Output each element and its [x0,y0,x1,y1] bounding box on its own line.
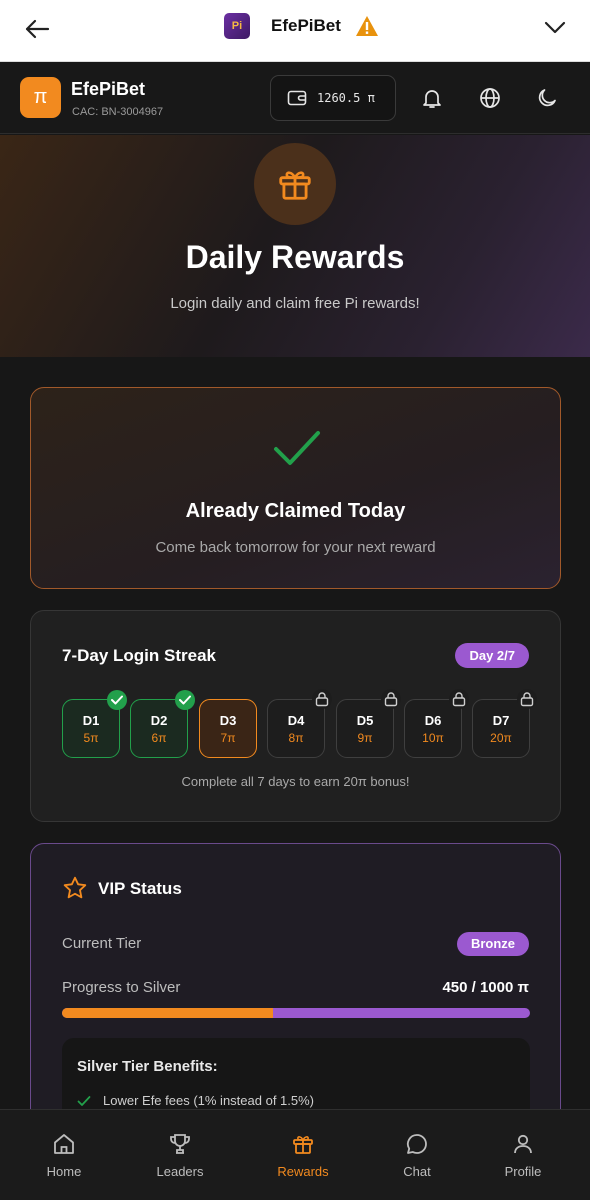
app-header: π EfePiBet CAC: BN-3004967 1260.5 π [0,62,590,134]
lock-icon [381,689,401,709]
check-icon [77,1095,91,1106]
streak-day-2[interactable]: D2 6π [130,690,195,758]
nav-chat[interactable]: Chat [372,1110,462,1200]
streak-card: 7-Day Login Streak Day 2/7 D1 5π D2 6π D… [30,610,561,822]
hero-banner: Daily Rewards Login daily and claim free… [0,135,590,357]
streak-day-4[interactable]: D4 8π [267,689,332,758]
moon-icon[interactable] [535,86,559,110]
streak-day-1[interactable]: D1 5π [62,690,127,758]
vip-title: VIP Status [98,879,182,898]
wallet-button[interactable]: 1260.5 π [270,75,396,121]
trophy-icon [170,1134,190,1154]
nav-leaders[interactable]: Leaders [135,1110,225,1200]
bottom-nav: Home Leaders Rewards Chat Profile [0,1109,590,1200]
streak-day-7[interactable]: D7 20π [472,689,537,758]
lock-icon [312,689,332,709]
check-badge-icon [107,690,127,710]
tier-label: Current Tier [62,935,142,952]
vip-card: VIP Status Current Tier Bronze Progress … [30,843,561,1143]
streak-note: Complete all 7 days to earn 20π bonus! [181,774,410,789]
streak-day-badge: Day 2/7 [455,643,529,668]
wallet-balance: 1260.5 π [317,91,375,105]
browser-title: EfePiBet [271,16,341,35]
claimed-subtitle: Come back tomorrow for your next reward [155,539,436,556]
brand-logo[interactable]: π [20,77,61,118]
brand-name: EfePiBet [71,79,146,99]
streak-day-3[interactable]: D3 7π [199,699,257,758]
page-title: Daily Rewards [185,239,405,275]
streak-days: D1 5π D2 6π D3 7π D4 8π D5 9π D6 10π D7 … [62,689,537,759]
benefit-item: Lower Efe fees (1% instead of 1.5%) [77,1093,314,1108]
progress-fill [62,1008,273,1018]
lock-icon [449,689,469,709]
brand-cac: CAC: BN-3004967 [72,106,164,118]
progress-bar [62,1008,530,1018]
gift-icon [279,171,311,200]
progress-label: Progress to Silver [62,979,181,996]
user-icon [514,1134,532,1154]
home-icon [54,1134,74,1154]
wallet-icon [287,90,307,106]
nav-home[interactable]: Home [19,1110,109,1200]
star-icon [63,876,87,899]
check-icon [274,431,320,465]
back-arrow-icon[interactable] [22,14,52,44]
chat-icon [406,1134,427,1154]
claimed-title: Already Claimed Today [185,500,406,522]
nav-rewards[interactable]: Rewards [258,1110,348,1200]
check-badge-icon [175,690,195,710]
app-logo-small: Pi [224,13,250,39]
benefits-title: Silver Tier Benefits: [77,1058,218,1075]
globe-icon[interactable] [478,86,502,110]
warning-icon[interactable] [355,15,379,37]
streak-title: 7-Day Login Streak [62,646,216,665]
claimed-card: Already Claimed Today Come back tomorrow… [30,387,561,589]
tier-badge: Bronze [456,932,529,956]
chevron-down-icon[interactable] [542,14,568,40]
page-subtitle: Login daily and claim free Pi rewards! [170,295,420,312]
browser-bar: Pi EfePiBet [0,0,590,62]
gift-icon [293,1136,313,1154]
streak-day-6[interactable]: D6 10π [404,689,469,758]
browser-title-group: Pi EfePiBet [224,11,379,41]
lock-icon [517,689,537,709]
bell-icon[interactable] [420,86,444,110]
progress-value: 450 / 1000 π [442,979,529,996]
nav-profile[interactable]: Profile [478,1110,568,1200]
streak-day-5[interactable]: D5 9π [336,689,401,758]
gift-badge [254,143,336,225]
